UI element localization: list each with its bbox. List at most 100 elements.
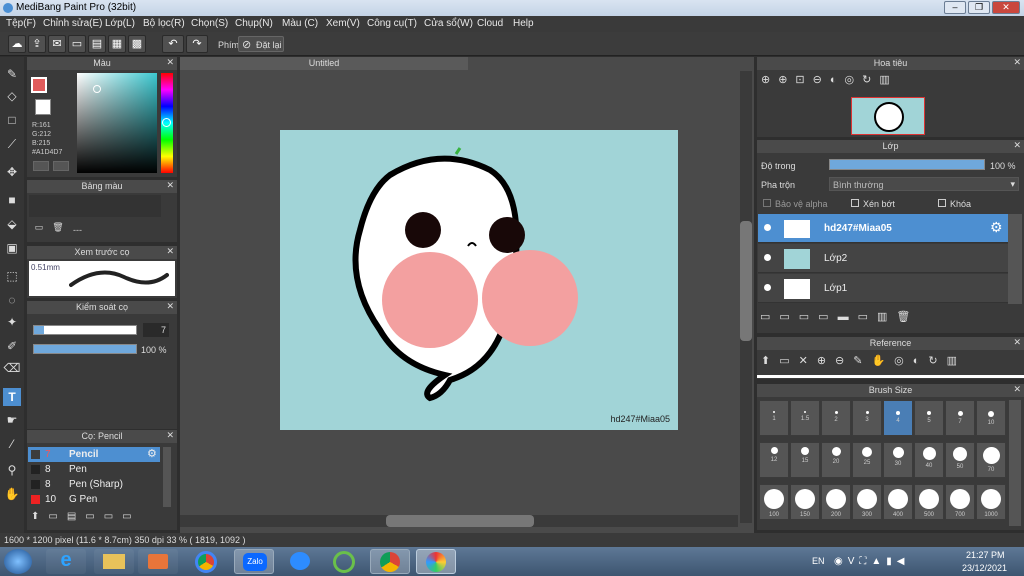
add-color-icon[interactable] xyxy=(33,161,49,171)
gear-icon[interactable]: ⚙ xyxy=(147,447,157,462)
menu-view[interactable]: Xem(V) xyxy=(326,18,360,29)
redo-icon[interactable]: ↷ xyxy=(186,35,208,53)
menu-cloud[interactable]: Cloud xyxy=(477,18,503,29)
comment-icon[interactable]: ✉ xyxy=(48,35,66,53)
zalo-icon[interactable]: Zalo xyxy=(234,549,274,574)
layer-scrollbar[interactable] xyxy=(1008,214,1022,304)
menu-capture[interactable]: Chụp(N) xyxy=(235,18,273,29)
brush-size-option[interactable]: 50 xyxy=(945,442,975,478)
foreground-color[interactable] xyxy=(31,77,47,93)
blend-mode-select[interactable]: Bình thường ▾ xyxy=(829,177,1019,191)
select-pen-icon[interactable]: ✐ xyxy=(3,337,21,355)
open-file-icon[interactable]: ▤ xyxy=(88,35,106,53)
delete-icon[interactable]: 🗑 xyxy=(51,222,65,236)
select-rect-icon[interactable]: ⬚ xyxy=(3,267,21,285)
close-button[interactable]: ✕ xyxy=(992,1,1020,14)
brush-item[interactable]: 10 G Pen xyxy=(28,492,160,507)
brush-size-option[interactable]: 40 xyxy=(914,442,944,478)
gradient-tool-icon[interactable]: ▣ xyxy=(3,239,21,257)
brush-size-option[interactable]: 700 xyxy=(945,484,975,520)
divide-tool-icon[interactable]: ⁄ xyxy=(3,435,21,453)
menu-select[interactable]: Chọn(S) xyxy=(191,18,228,29)
operation-tool-icon[interactable]: ☛ xyxy=(3,411,21,429)
brush-item[interactable]: 8 Pen (Sharp) xyxy=(28,477,160,492)
line-tool-icon[interactable]: ⟋ xyxy=(3,135,21,153)
eye-icon[interactable] xyxy=(764,254,771,261)
new-palette-icon[interactable]: ▭ xyxy=(32,222,46,236)
start-button[interactable] xyxy=(4,549,32,574)
size-value[interactable]: 7 xyxy=(143,323,169,337)
scrollbar[interactable] xyxy=(163,447,171,507)
layer-row[interactable]: Lớp1 xyxy=(758,274,1008,303)
menu-filter[interactable]: Bộ lọc(R) xyxy=(143,18,185,29)
brush-size-option[interactable]: 1.5 xyxy=(790,400,820,436)
rect-tool-icon[interactable]: □ xyxy=(3,111,21,129)
palette-swatches[interactable] xyxy=(29,195,161,217)
menu-edit[interactable]: Chỉnh sửa(E) xyxy=(43,18,103,29)
layer-row[interactable]: Lớp2 xyxy=(758,244,1008,273)
gear-icon[interactable]: ⚙ xyxy=(990,219,1003,236)
vertical-scrollbar[interactable] xyxy=(740,71,752,523)
menu-help[interactable]: Help xyxy=(513,18,534,29)
brush-panel-actions[interactable]: ⬆▭▤▭▭▭ xyxy=(31,511,161,527)
brush-size-option[interactable]: 1 xyxy=(759,400,789,436)
brush-size-option[interactable]: 150 xyxy=(790,484,820,520)
brush-size-option[interactable]: 500 xyxy=(914,484,944,520)
reference-view[interactable] xyxy=(757,375,1024,378)
brush-size-option[interactable]: 7 xyxy=(945,400,975,436)
lock-checkbox[interactable] xyxy=(938,199,946,207)
layer-actions[interactable]: ▭▭▭▭▬▭▥🗑 xyxy=(760,310,960,328)
swap-color-icon[interactable] xyxy=(53,161,69,171)
eyedropper-icon[interactable]: ⚲ xyxy=(3,461,21,479)
layer-row[interactable]: hd247#Miaa05 ⚙ xyxy=(758,214,1008,243)
close-icon[interactable]: ✕ xyxy=(1013,384,1021,395)
lasso-tool-icon[interactable]: ◌ xyxy=(3,291,21,309)
clipping-checkbox[interactable] xyxy=(851,199,859,207)
navigator-tools[interactable]: ⊕⊕⊡⊖◐◎↻▥ xyxy=(761,73,1001,93)
hue-handle[interactable] xyxy=(162,118,171,127)
eraser-tool-icon[interactable]: ◇ xyxy=(3,87,21,105)
cloud-icon[interactable]: ☁ xyxy=(8,35,26,53)
eye-icon[interactable] xyxy=(764,284,771,291)
brush-size-option[interactable]: 1000 xyxy=(976,484,1006,520)
brush-size-option[interactable]: 30 xyxy=(883,442,913,478)
zoom-icon[interactable] xyxy=(280,549,320,574)
brush-size-option[interactable]: 5 xyxy=(914,400,944,436)
close-icon[interactable]: ✕ xyxy=(1013,57,1021,68)
brush-size-scrollbar[interactable] xyxy=(1009,400,1021,526)
brush-item[interactable]: 8 Pen xyxy=(28,462,160,477)
brush-tool-icon[interactable]: ✎ xyxy=(3,65,21,83)
edge-icon[interactable]: e xyxy=(46,549,86,574)
undo-icon[interactable]: ↶ xyxy=(162,35,184,53)
media-icon[interactable] xyxy=(138,549,178,574)
brush-size-option[interactable]: 15 xyxy=(790,442,820,478)
artwork-canvas[interactable]: hd247#Miaa05 xyxy=(280,130,678,430)
move-tool-icon[interactable]: ✥ xyxy=(3,163,21,181)
brush-size-option[interactable]: 300 xyxy=(852,484,882,520)
brush-size-option[interactable]: 3 xyxy=(852,400,882,436)
size-slider[interactable] xyxy=(33,325,137,335)
medibang-icon[interactable] xyxy=(416,549,456,574)
text-tool-icon[interactable]: T xyxy=(3,388,21,406)
brush-size-option[interactable]: 25 xyxy=(852,442,882,478)
brush-item[interactable]: 7 Pencil ⚙ xyxy=(28,447,160,462)
close-icon[interactable]: ✕ xyxy=(1013,140,1021,151)
tiles-icon[interactable]: ▩ xyxy=(128,35,146,53)
select-eraser-icon[interactable]: ⌫ xyxy=(3,359,21,377)
tray-icons[interactable]: ◉V⛶▲▮◀ xyxy=(834,556,944,568)
document-tab[interactable]: Untitled xyxy=(180,57,468,70)
menu-file[interactable]: Tệp(F) xyxy=(6,18,36,29)
brush-size-option[interactable]: 100 xyxy=(759,484,789,520)
brush-size-option[interactable]: 12 xyxy=(759,442,789,478)
navigator-thumbnail[interactable] xyxy=(851,97,925,135)
explorer-icon[interactable] xyxy=(94,549,134,574)
green-app-icon[interactable] xyxy=(324,549,364,574)
language-indicator[interactable]: EN xyxy=(812,556,825,566)
opacity-slider[interactable] xyxy=(33,344,137,354)
menu-layer[interactable]: Lớp(L) xyxy=(105,18,135,29)
magic-wand-icon[interactable]: ✦ xyxy=(3,313,21,331)
chrome-icon[interactable] xyxy=(186,549,226,574)
new-file-icon[interactable]: ▭ xyxy=(68,35,86,53)
hand-tool-icon[interactable]: ✋ xyxy=(3,485,21,503)
brush-size-option[interactable]: 200 xyxy=(821,484,851,520)
